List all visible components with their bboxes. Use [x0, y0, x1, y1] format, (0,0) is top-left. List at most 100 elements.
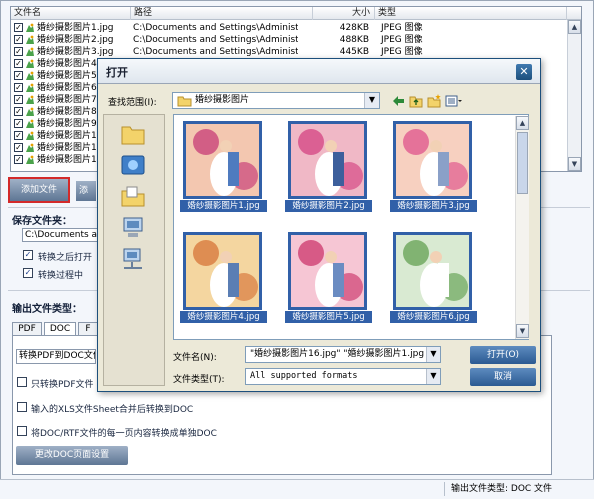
look-in-value: 婚纱摄影图片 — [195, 95, 250, 105]
thumbnail-image[interactable] — [393, 232, 472, 310]
back-arrow-icon[interactable] — [391, 94, 405, 108]
tab-doc[interactable]: DOC — [44, 322, 76, 336]
column-header-path[interactable]: 路径 — [131, 7, 313, 20]
file-type-cell: JPEG 图像 — [381, 35, 423, 45]
thumbnail-label[interactable]: 婚纱摄影图片3.jpg — [390, 200, 477, 212]
look-in-label: 查找范围(I): — [108, 98, 157, 108]
open-after-convert-checkbox[interactable]: ✓ — [23, 250, 33, 260]
row-checkbox[interactable]: ✓ — [14, 107, 23, 116]
photo-icon — [291, 235, 364, 307]
row-checkbox[interactable]: ✓ — [14, 59, 23, 68]
dialog-title: 打开 — [106, 66, 128, 79]
file-name-input[interactable]: "婚纱摄影图片16.jpg" "婚纱摄影图片1.jpg" ▼ — [245, 346, 441, 363]
row-checkbox[interactable]: ✓ — [14, 155, 23, 164]
merge-sheets-checkbox[interactable] — [17, 402, 27, 412]
image-file-icon — [26, 35, 34, 44]
thumbnail-label[interactable]: 婚纱摄影图片2.jpg — [285, 200, 372, 212]
browser-scrollbar[interactable]: ▲ ▼ — [515, 116, 529, 339]
image-file-icon — [26, 59, 34, 68]
status-output-type: 输出文件类型: DOC 文件 — [444, 482, 592, 496]
column-header-size[interactable]: 大小 — [313, 7, 375, 20]
file-path-cell: C:\Documents and Settings\Administrator\… — [133, 23, 298, 33]
column-header-type[interactable]: 类型 — [375, 7, 567, 20]
table-row[interactable]: ✓ 婚纱摄影图片3.jpg C:\Documents and Settings\Ad… — [11, 46, 567, 58]
image-file-icon — [26, 143, 34, 152]
table-row[interactable]: ✓ 婚纱摄影图片1.jpg C:\Documents and Settings\Ad… — [11, 22, 567, 34]
desktop-icon[interactable] — [118, 152, 148, 180]
scroll-up-icon[interactable]: ▲ — [516, 116, 529, 130]
add-folder-button[interactable]: 添 — [76, 181, 96, 201]
row-checkbox[interactable]: ✓ — [14, 23, 23, 32]
photo-icon — [186, 235, 259, 307]
thumbnail-image[interactable] — [183, 121, 262, 199]
file-list-scrollbar[interactable]: ▲ ▼ — [567, 20, 581, 171]
thumbnail-label[interactable]: 婚纱摄影图片6.jpg — [390, 311, 477, 323]
up-folder-icon[interactable] — [409, 94, 423, 108]
row-checkbox[interactable]: ✓ — [14, 95, 23, 104]
scroll-thumb[interactable] — [517, 132, 528, 194]
during-convert-checkbox[interactable]: ✓ — [23, 268, 33, 278]
scroll-down-icon[interactable]: ▼ — [516, 324, 529, 338]
row-checkbox[interactable]: ✓ — [14, 119, 23, 128]
add-file-button[interactable]: 添加文件 — [8, 177, 70, 203]
row-checkbox[interactable]: ✓ — [14, 131, 23, 140]
row-checkbox[interactable]: ✓ — [14, 35, 23, 44]
image-file-icon — [26, 131, 34, 140]
row-checkbox[interactable]: ✓ — [14, 71, 23, 80]
split-pages-checkbox[interactable] — [17, 426, 27, 436]
thumbnail-image[interactable] — [288, 232, 367, 310]
dialog-title-bar[interactable]: 打开 ✕ — [98, 59, 540, 84]
convert-mode-select[interactable]: 转换PDF到DOC文件 — [16, 349, 96, 364]
merge-sheets-label: 输入的XLS文件Sheet合并后转换到DOC — [31, 405, 194, 415]
close-icon[interactable]: ✕ — [516, 64, 532, 80]
chevron-down-icon[interactable]: ▼ — [426, 369, 440, 384]
doc-page-settings-button[interactable]: 更改DOC页面设置 — [16, 446, 128, 465]
cancel-button[interactable]: 取消 — [470, 368, 536, 386]
file-name-cell: 婚纱摄影图片3.jpg — [37, 47, 114, 57]
network-icon[interactable] — [118, 245, 148, 273]
row-checkbox[interactable]: ✓ — [14, 143, 23, 152]
tab-pdf[interactable]: PDF — [12, 322, 42, 336]
save-path-field[interactable]: C:\Documents and Settings — [22, 228, 102, 242]
thumbnail-image[interactable] — [393, 121, 472, 199]
column-header-filename[interactable]: 文件名 — [11, 7, 131, 20]
chevron-down-icon[interactable]: ▼ — [426, 347, 440, 362]
photo-icon — [396, 235, 469, 307]
image-file-icon — [26, 119, 34, 128]
view-menu-icon[interactable] — [445, 94, 463, 108]
thumbnail-label[interactable]: 婚纱摄影图片5.jpg — [285, 311, 372, 323]
scroll-down-icon[interactable]: ▼ — [568, 157, 581, 171]
file-name-cell: 婚纱摄影图片1.jpg — [37, 23, 114, 33]
thumbnail-label[interactable]: 婚纱摄影图片4.jpg — [180, 311, 267, 323]
chevron-down-icon[interactable]: ▼ — [364, 93, 379, 108]
image-file-icon — [26, 23, 34, 32]
look-in-combo[interactable]: 婚纱摄影图片 ▼ — [172, 92, 380, 109]
file-path-cell: C:\Documents and Settings\Administrator\… — [133, 35, 298, 45]
file-name-value: "婚纱摄影图片16.jpg" "婚纱摄影图片1.jpg" — [250, 349, 424, 359]
row-checkbox[interactable]: ✓ — [14, 83, 23, 92]
thumbnail-image[interactable] — [288, 121, 367, 199]
file-size-cell: 445KB — [339, 47, 369, 57]
new-folder-icon[interactable] — [427, 94, 441, 108]
file-list-header: 文件名 路径 大小 类型 — [11, 7, 581, 20]
file-type-select[interactable]: All supported formats ▼ — [245, 368, 441, 385]
file-name-label: 文件名(N): — [173, 353, 217, 363]
tab-partial[interactable]: F — [78, 322, 98, 336]
save-folder-label: 保存文件夹： — [12, 216, 72, 227]
file-size-cell: 488KB — [339, 35, 369, 45]
output-type-label: 输出文件类型： — [12, 304, 82, 315]
thumbnail-image[interactable] — [183, 232, 262, 310]
thumbnail-label[interactable]: 婚纱摄影图片1.jpg — [180, 200, 267, 212]
image-file-icon — [26, 71, 34, 80]
my-computer-icon[interactable] — [118, 214, 148, 242]
row-checkbox[interactable]: ✓ — [14, 47, 23, 56]
my-documents-icon[interactable] — [118, 183, 148, 211]
recent-folder-icon[interactable] — [118, 121, 148, 149]
photo-icon — [291, 124, 364, 196]
file-type-value: All supported formats — [250, 371, 358, 381]
pdf-only-checkbox[interactable] — [17, 377, 27, 387]
scroll-up-icon[interactable]: ▲ — [568, 20, 581, 34]
table-row[interactable]: ✓ 婚纱摄影图片2.jpg C:\Documents and Settings\Ad… — [11, 34, 567, 46]
open-button[interactable]: 打开(O) — [470, 346, 536, 364]
file-type-cell: JPEG 图像 — [381, 47, 423, 57]
